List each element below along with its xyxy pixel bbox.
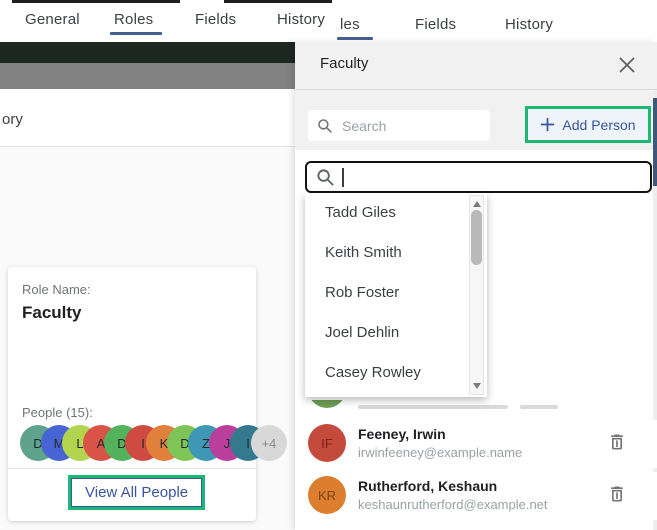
person-suggestion-list: Tadd Giles Keith Smith Rob Foster Joel D… bbox=[305, 193, 487, 397]
plus-icon bbox=[541, 117, 555, 132]
view-all-people-button[interactable]: View All People bbox=[71, 478, 203, 507]
person-picker-input[interactable] bbox=[341, 164, 641, 190]
view-all-people-highlight: View All People bbox=[68, 475, 206, 510]
suggestion-item[interactable]: Joel Dehlin bbox=[305, 313, 487, 353]
person-picker-search[interactable] bbox=[305, 161, 652, 193]
avatar: KR bbox=[308, 476, 346, 514]
active-tab2-underline bbox=[337, 37, 373, 40]
delete-person-button[interactable] bbox=[607, 484, 629, 506]
suggestion-item[interactable]: Casey Rowley bbox=[305, 353, 487, 393]
cropped-dark-strip bbox=[12, 0, 180, 3]
suggestion-item[interactable]: Keith Smith bbox=[305, 233, 487, 273]
suggestion-item[interactable]: Tadd Giles bbox=[305, 193, 487, 233]
add-person-label: Add Person bbox=[562, 116, 636, 133]
partially-hidden-person-row bbox=[308, 400, 648, 414]
tab2-roles-partial[interactable]: les bbox=[340, 16, 360, 33]
text-cursor bbox=[342, 168, 344, 187]
person-name: Feeney, Irwin bbox=[358, 426, 446, 442]
add-person-button[interactable]: Add Person bbox=[525, 106, 651, 143]
suggestion-item[interactable]: Rob Foster bbox=[305, 273, 487, 313]
person-name: Rutherford, Keshaun bbox=[358, 478, 498, 494]
panel-scrollbar-thumb[interactable] bbox=[653, 98, 657, 186]
tab2-history[interactable]: History bbox=[505, 16, 553, 33]
trash-icon bbox=[611, 486, 623, 502]
scroll-up-arrow-icon[interactable] bbox=[473, 201, 481, 207]
delete-person-button[interactable] bbox=[607, 432, 629, 454]
tab-fields[interactable]: Fields bbox=[195, 11, 236, 28]
tab-roles[interactable]: Roles bbox=[114, 11, 153, 28]
person-row: KR Rutherford, Keshaun keshaunrutherford… bbox=[295, 472, 657, 520]
avatar-overflow-badge: +4 bbox=[251, 425, 287, 461]
active-tab-underline bbox=[110, 32, 162, 35]
avatar-stack: D M L A D I K D Z J I +4 bbox=[20, 425, 287, 461]
search-input[interactable] bbox=[308, 110, 490, 141]
search-icon bbox=[317, 169, 334, 186]
card-footer-divider bbox=[8, 468, 256, 469]
role-name-value: Faculty bbox=[22, 303, 82, 322]
cropped-dark-strip bbox=[224, 0, 332, 3]
tab-history[interactable]: History bbox=[277, 11, 325, 28]
list-scrollbar-thumb[interactable] bbox=[471, 210, 482, 265]
tab2-fields[interactable]: Fields bbox=[415, 16, 456, 33]
person-row: IF Feeney, Irwin irwinfeeney@example.nam… bbox=[295, 420, 657, 468]
close-button[interactable] bbox=[615, 53, 639, 77]
clipped-text-remnant bbox=[358, 405, 508, 409]
dark-toolbar-band bbox=[0, 42, 300, 63]
gray-toolbar-band bbox=[0, 63, 300, 89]
close-icon bbox=[619, 57, 635, 73]
clipped-text-remnant bbox=[520, 405, 558, 409]
trash-icon bbox=[611, 434, 623, 450]
screen: General Roles Fields History les Fields … bbox=[0, 0, 657, 530]
panel-title: Faculty bbox=[320, 55, 369, 72]
avatar: IF bbox=[308, 424, 346, 462]
person-email: keshaunrutherford@example.net bbox=[358, 497, 548, 512]
role-name-label: Role Name: bbox=[22, 282, 91, 297]
background-header-area bbox=[0, 89, 295, 147]
tab-general[interactable]: General bbox=[25, 11, 80, 28]
scroll-down-arrow-icon[interactable] bbox=[473, 383, 481, 389]
people-count-label: People (15): bbox=[22, 405, 93, 420]
clipped-background-text: ory bbox=[2, 111, 23, 128]
person-email: irwinfeeney@example.name bbox=[358, 445, 523, 460]
avatar bbox=[308, 400, 346, 408]
list-scrollbar[interactable] bbox=[469, 195, 484, 395]
role-card: Role Name: Faculty People (15): D M L A … bbox=[8, 267, 287, 521]
